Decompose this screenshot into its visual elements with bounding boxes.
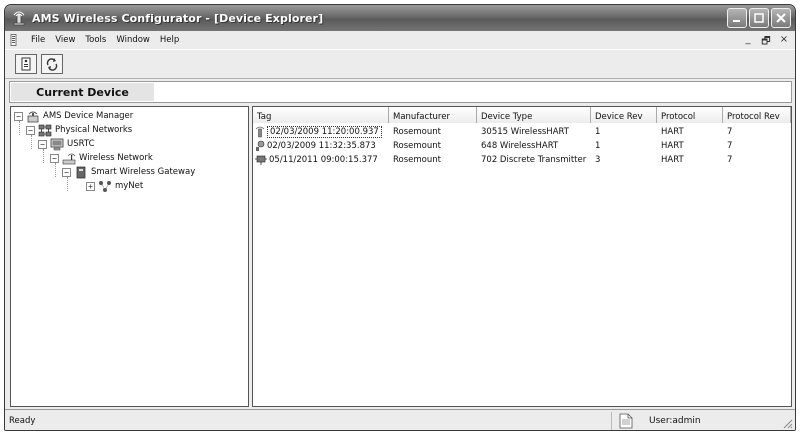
expand-toggle[interactable]: +: [86, 181, 95, 191]
document-icon[interactable]: [10, 34, 22, 46]
column-header-protocol[interactable]: Protocol: [657, 107, 723, 123]
status-bar: Ready User:admin: [5, 409, 795, 430]
wireless-device-icon: [255, 126, 265, 137]
app-window: AMS Wireless Configurator - [Device Expl…: [4, 4, 796, 431]
column-header-tag[interactable]: Tag: [253, 107, 389, 123]
row-tag: 05/11/2011 09:00:15.377: [269, 154, 378, 165]
close-button[interactable]: [771, 8, 791, 28]
row-manufacturer: Rosemount: [393, 126, 441, 137]
collapse-toggle[interactable]: −: [14, 111, 23, 121]
document-icon: [619, 413, 633, 429]
row-device-type: 648 WirelessHART: [481, 140, 559, 151]
toolbar: [5, 49, 795, 79]
column-header-device-type[interactable]: Device Type: [477, 107, 591, 123]
table-row[interactable]: 05/11/2011 09:00:15.377 Rosemount 702 Di…: [253, 153, 791, 166]
row-manufacturer: Rosemount: [393, 154, 441, 165]
device-tree: − AMS Device Manager − Physical Networks…: [10, 106, 249, 407]
collapse-toggle[interactable]: −: [50, 153, 59, 163]
tree-node-ams-device-manager[interactable]: − AMS Device Manager: [14, 109, 133, 123]
tree-node-smart-wireless-gateway[interactable]: − Smart Wireless Gateway: [62, 165, 195, 179]
maximize-icon: [754, 13, 764, 23]
row-protocol-rev: 7: [727, 154, 733, 165]
row-device-rev: 1: [595, 126, 601, 137]
menu-help[interactable]: Help: [155, 35, 184, 45]
device-tag-icon: [21, 57, 31, 71]
table-row[interactable]: 02/03/2009 11:32:35.873 Rosemount 648 Wi…: [253, 139, 791, 152]
tree-node-label: Smart Wireless Gateway: [91, 167, 196, 177]
title-bar[interactable]: AMS Wireless Configurator - [Device Expl…: [5, 5, 795, 31]
list-header: Tag Manufacturer Device Type Device Rev …: [253, 107, 791, 123]
menu-view[interactable]: View: [50, 35, 80, 45]
menu-tools[interactable]: Tools: [80, 35, 111, 45]
maximize-button[interactable]: [749, 8, 769, 28]
physical-networks-icon: [38, 124, 52, 136]
collapse-toggle[interactable]: −: [62, 167, 71, 177]
row-protocol-rev: 7: [727, 126, 733, 137]
ams-device-manager-icon: [27, 111, 39, 122]
row-tag: 02/03/2009 11:20:00.937: [267, 125, 382, 138]
computer-icon: [50, 138, 64, 150]
temperature-transmitter-icon: [256, 140, 265, 151]
tree-node-label: Wireless Network: [79, 153, 153, 163]
wireless-network-icon: [62, 153, 76, 164]
row-protocol: HART: [661, 154, 684, 165]
row-device-rev: 3: [595, 154, 601, 165]
close-icon: [776, 13, 786, 23]
tree-node-usrtc[interactable]: − USRTC: [38, 137, 95, 151]
row-protocol: HART: [661, 140, 684, 151]
column-header-protocol-rev[interactable]: Protocol Rev: [723, 107, 791, 123]
current-device-bar: Current Device: [9, 81, 792, 103]
row-protocol: HART: [661, 126, 684, 137]
menu-file[interactable]: File: [26, 35, 50, 45]
row-protocol-rev: 7: [727, 140, 733, 151]
user-label: User:admin: [649, 416, 701, 426]
row-device-rev: 1: [595, 140, 601, 151]
window-title: AMS Wireless Configurator - [Device Expl…: [32, 11, 324, 25]
tree-node-physical-networks[interactable]: − Physical Networks: [26, 123, 132, 137]
tree-node-label: myNet: [115, 181, 144, 191]
collapse-toggle[interactable]: −: [26, 125, 35, 135]
refresh-icon: [46, 58, 58, 71]
tree-node-label: USRTC: [67, 139, 95, 149]
tree-node-label: AMS Device Manager: [43, 111, 134, 121]
tree-node-mynet[interactable]: + myNet: [86, 179, 143, 193]
wireless-mesh-icon: [99, 180, 111, 192]
column-header-manufacturer[interactable]: Manufacturer: [389, 107, 477, 123]
row-device-type: 30515 WirelessHART: [481, 126, 569, 137]
tree-node-label: Physical Networks: [55, 125, 133, 135]
row-manufacturer: Rosemount: [393, 140, 441, 151]
menu-bar: File View Tools Window Help _ 🗗 ×: [5, 31, 795, 49]
row-tag: 02/03/2009 11:32:35.873: [267, 140, 376, 151]
current-device-label: Current Device: [11, 83, 154, 101]
minimize-button[interactable]: [727, 8, 747, 28]
row-device-type: 702 Discrete Transmitter: [481, 154, 587, 165]
toolbar-device-button[interactable]: [15, 54, 37, 74]
column-header-device-rev[interactable]: Device Rev: [591, 107, 657, 123]
collapse-toggle[interactable]: −: [38, 139, 47, 149]
resize-grip-icon[interactable]: [781, 417, 793, 429]
app-icon: [13, 11, 25, 26]
minimize-icon: [733, 20, 740, 22]
discrete-transmitter-icon: [255, 155, 267, 165]
gateway-icon: [76, 166, 86, 178]
tree-node-wireless-network[interactable]: − Wireless Network: [50, 151, 153, 165]
menu-window[interactable]: Window: [111, 35, 155, 45]
table-row[interactable]: 02/03/2009 11:20:00.937 Rosemount 30515 …: [253, 125, 791, 138]
toolbar-refresh-button[interactable]: [41, 54, 63, 74]
status-text: Ready: [9, 416, 36, 426]
device-list: Tag Manufacturer Device Type Device Rev …: [252, 106, 792, 407]
